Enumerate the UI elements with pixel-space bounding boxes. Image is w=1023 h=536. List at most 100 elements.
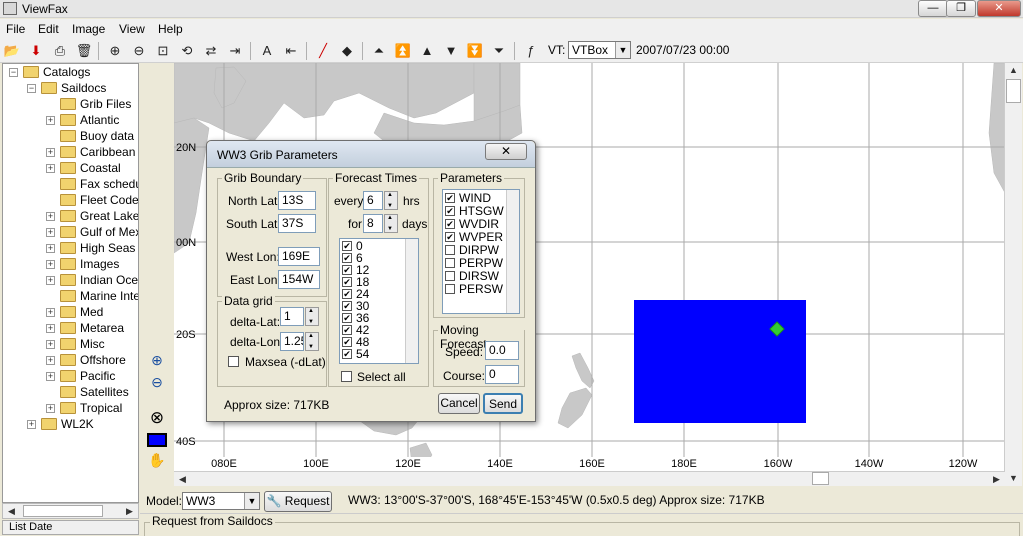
scroll-up-icon[interactable]: ▲ <box>1005 63 1022 78</box>
tree-node[interactable]: Buoy data <box>3 128 138 144</box>
step-forward-icon[interactable]: ▼ <box>442 42 460 60</box>
checkbox-unchecked-icon[interactable] <box>445 258 455 268</box>
tree-node[interactable]: + Tropical <box>3 400 138 416</box>
checkbox-checked-icon[interactable]: ✔ <box>445 219 455 229</box>
tree-node[interactable]: + Atlantic <box>3 112 138 128</box>
expand-icon[interactable]: + <box>46 164 55 173</box>
h-scroll-thumb[interactable] <box>812 472 829 485</box>
expand-icon[interactable]: + <box>46 356 55 365</box>
parameters-list-scrollbar[interactable] <box>506 190 519 313</box>
menu-view[interactable]: View <box>119 22 145 36</box>
delta-lat-input[interactable]: 1 <box>280 307 304 326</box>
fast-forward-icon[interactable]: ⏬ <box>466 42 484 60</box>
tree-horizontal-scrollbar[interactable]: ◀ ▶ <box>2 503 139 519</box>
checkbox-unchecked-icon[interactable] <box>445 245 455 255</box>
align-text-icon[interactable]: A <box>258 42 276 60</box>
for-days-stepper[interactable] <box>384 214 398 233</box>
checkbox-checked-icon[interactable]: ✔ <box>342 349 352 359</box>
first-frame-icon[interactable]: ⏶ <box>370 42 388 60</box>
expand-icon[interactable]: + <box>46 212 55 221</box>
select-all-checkbox[interactable] <box>341 371 352 382</box>
checkbox-checked-icon[interactable]: ✔ <box>342 325 352 335</box>
zoom-out-icon[interactable]: ⊖ <box>130 42 148 60</box>
tree-node[interactable]: + High Seas <box>3 240 138 256</box>
forecast-list-scrollbar[interactable] <box>405 239 418 363</box>
south-lat-input[interactable]: 37S <box>278 214 316 233</box>
tree-node[interactable]: + Images <box>3 256 138 272</box>
expand-icon[interactable]: + <box>46 340 55 349</box>
minimize-button[interactable]: — <box>918 0 948 17</box>
expand-icon[interactable]: + <box>46 260 55 269</box>
export-icon[interactable]: ⇥ <box>226 42 244 60</box>
tree-node[interactable]: + Med <box>3 304 138 320</box>
map-horizontal-scrollbar[interactable]: ◀ ▶ <box>174 471 1005 486</box>
menu-file[interactable]: File <box>6 22 25 36</box>
print-icon[interactable]: ⎙ <box>51 42 69 60</box>
tree-node[interactable]: + Great Lakes <box>3 208 138 224</box>
dialog-close-button[interactable]: ✕ <box>485 143 527 160</box>
tree-node-wl2k[interactable]: + WL2K <box>3 416 138 432</box>
expand-icon[interactable]: + <box>27 420 36 429</box>
tree-node-catalogs[interactable]: − Catalogs <box>3 64 138 80</box>
zoom-box-icon[interactable]: ⊡ <box>154 42 172 60</box>
checkbox-checked-icon[interactable]: ✔ <box>445 206 455 216</box>
vt-select[interactable]: VTBox ▼ <box>568 41 631 59</box>
parameters-list[interactable]: ✔ WIND ✔ HTSGW ✔ WVDIR ✔ WVPER DIRPW PERPW DIRSW PE… <box>442 189 520 314</box>
expand-icon[interactable]: + <box>46 308 55 317</box>
request-button[interactable]: 🔧 Request <box>264 491 332 512</box>
box-color-icon[interactable] <box>147 433 167 447</box>
tree-node[interactable]: Marine Interp <box>3 288 138 304</box>
checkbox-checked-icon[interactable]: ✔ <box>445 232 455 242</box>
checkbox-checked-icon[interactable]: ✔ <box>445 193 455 203</box>
every-hours-input[interactable]: 6 <box>363 191 383 210</box>
collapse-icon[interactable]: − <box>9 68 18 77</box>
expand-icon[interactable]: + <box>46 228 55 237</box>
east-lon-input[interactable]: 154W <box>278 270 320 289</box>
expand-icon[interactable]: + <box>46 324 55 333</box>
expand-icon[interactable]: + <box>46 372 55 381</box>
expand-icon[interactable]: + <box>46 148 55 157</box>
forecast-time-item[interactable]: ✔ 54 <box>342 348 402 361</box>
tree-node[interactable]: Satellites <box>3 384 138 400</box>
tree-node[interactable]: + Coastal <box>3 160 138 176</box>
tree-node[interactable]: + Misc <box>3 336 138 352</box>
checkbox-checked-icon[interactable]: ✔ <box>342 253 352 263</box>
cancel-button[interactable]: Cancel <box>438 393 480 414</box>
speed-input[interactable]: 0.0 <box>485 341 519 360</box>
menu-help[interactable]: Help <box>158 22 183 36</box>
tree-node[interactable]: + Gulf of Mexic <box>3 224 138 240</box>
checkbox-checked-icon[interactable]: ✔ <box>342 301 352 311</box>
function-icon[interactable]: ƒ <box>522 42 540 60</box>
tree-node[interactable]: + Offshore <box>3 352 138 368</box>
scroll-left-icon[interactable]: ◀ <box>3 504 20 519</box>
v-scroll-thumb[interactable] <box>1006 79 1021 103</box>
zoom-out-icon[interactable]: ⊖ <box>147 372 167 392</box>
open-folder-icon[interactable]: 📂 <box>3 42 21 60</box>
tree-node[interactable]: + Indian Ocea <box>3 272 138 288</box>
west-lon-input[interactable]: 169E <box>278 247 320 266</box>
close-window-button[interactable]: ✕ <box>977 0 1021 17</box>
send-button[interactable]: Send <box>483 393 523 414</box>
course-input[interactable]: 0 <box>485 365 519 384</box>
scroll-right-icon[interactable]: ▶ <box>121 504 138 519</box>
collapse-icon[interactable]: − <box>27 84 36 93</box>
map-vertical-scrollbar[interactable]: ▲ ▼ <box>1004 63 1022 486</box>
expand-icon[interactable]: + <box>46 276 55 285</box>
diamond-icon[interactable]: ◆ <box>338 42 356 60</box>
expand-icon[interactable]: + <box>46 244 55 253</box>
tree-node[interactable]: + Pacific <box>3 368 138 384</box>
align-left-icon[interactable]: ⇤ <box>282 42 300 60</box>
menu-image[interactable]: Image <box>72 22 105 36</box>
checkbox-checked-icon[interactable]: ✔ <box>342 277 352 287</box>
checkbox-checked-icon[interactable]: ✔ <box>342 289 352 299</box>
every-hours-stepper[interactable] <box>384 191 398 210</box>
tree-node-saildocs[interactable]: − Saildocs <box>3 80 138 96</box>
delete-icon[interactable]: 🗑 <box>75 42 93 60</box>
menu-edit[interactable]: Edit <box>38 22 59 36</box>
model-select[interactable]: WW3 ▼ <box>182 492 260 510</box>
step-back-icon[interactable]: ▲ <box>418 42 436 60</box>
parameter-item[interactable]: PERSW <box>445 283 505 296</box>
scroll-left-icon[interactable]: ◀ <box>174 472 191 487</box>
checkbox-checked-icon[interactable]: ✔ <box>342 337 352 347</box>
checkbox-unchecked-icon[interactable] <box>445 284 455 294</box>
